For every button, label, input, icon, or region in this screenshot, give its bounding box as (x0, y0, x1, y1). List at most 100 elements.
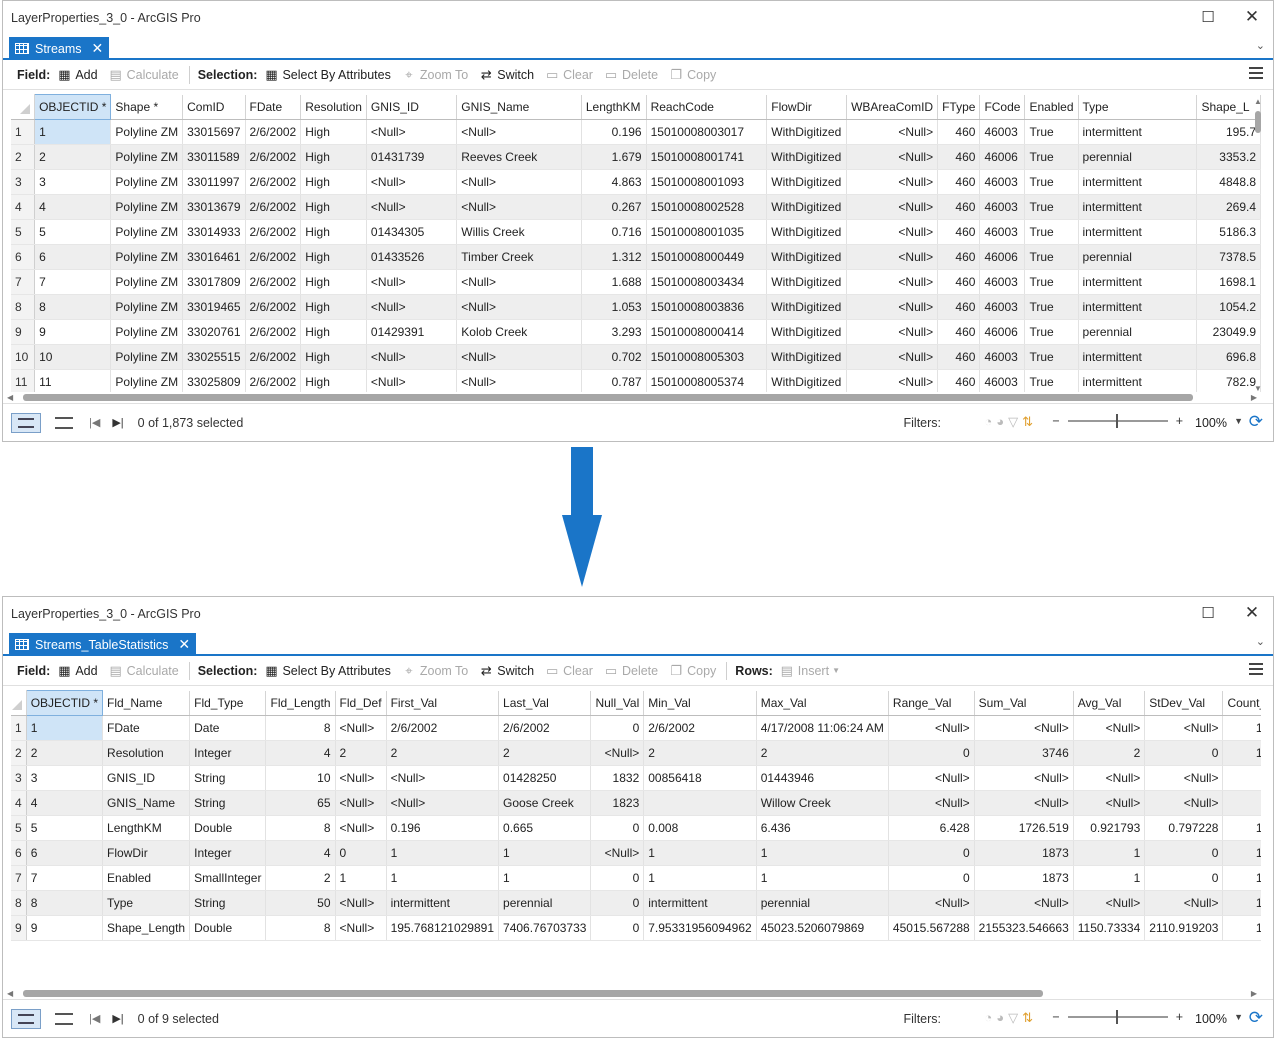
chevron-down-icon[interactable]: ⌄ (1256, 635, 1265, 648)
table-cell[interactable]: 269.4 (1196, 194, 1261, 220)
table-cell[interactable]: 33015697 (182, 119, 246, 145)
table-cell[interactable]: 460 (937, 219, 981, 245)
table-cell[interactable]: 460 (937, 269, 981, 295)
row-number[interactable]: 1 (11, 715, 27, 741)
scroll-thumb[interactable] (23, 990, 1043, 997)
table-cell[interactable]: 15010008001741 (646, 144, 768, 170)
table-cell[interactable]: FlowDir (102, 840, 191, 866)
table-cell[interactable]: <Null> (1144, 765, 1224, 791)
add-field-button[interactable]: ▦ Add (56, 663, 97, 679)
table-cell[interactable]: Polyline ZM (110, 169, 184, 195)
table-cell[interactable]: <Null> (846, 294, 939, 320)
table-cell[interactable]: perennial (498, 890, 592, 916)
table-cell[interactable]: 7 (26, 865, 104, 891)
table-cell[interactable]: <Null> (456, 194, 582, 220)
table-cell[interactable]: Shape_Length (102, 915, 191, 941)
table-cell[interactable]: 1 (386, 865, 500, 891)
table-row[interactable]: 2 2 Polyline ZM 33011589 2/6/2002 High 0143173… (11, 144, 1261, 170)
table-cell[interactable]: Polyline ZM (110, 119, 184, 145)
table-cell[interactable]: 0 (590, 715, 645, 741)
order-icon[interactable]: ⇅ (1022, 1010, 1033, 1026)
table-cell[interactable]: 9 (34, 319, 112, 345)
table-cell[interactable]: <Null> (888, 765, 975, 791)
table-cell[interactable]: 1873 (974, 840, 1074, 866)
table-cell[interactable]: 15010008001035 (646, 219, 768, 245)
table-cell[interactable]: <Null> (590, 840, 645, 866)
row-number[interactable]: 6 (11, 244, 36, 270)
table-cell[interactable]: <Null> (366, 119, 458, 145)
table-cell[interactable]: 33020761 (182, 319, 246, 345)
table-cell[interactable]: 2/6/2002 (245, 269, 302, 295)
table-cell[interactable]: <Null> (1073, 715, 1146, 741)
first-record-icon[interactable]: |◀ (89, 1012, 100, 1025)
table-cell[interactable]: 46003 (979, 294, 1026, 320)
maximize-icon[interactable]: ☐ (1195, 602, 1221, 624)
table-cell[interactable]: High (300, 294, 367, 320)
column-header[interactable]: Null_Val (590, 690, 645, 716)
column-header[interactable]: Avg_Val (1073, 690, 1146, 716)
table-cell[interactable]: <Null> (366, 269, 458, 295)
scroll-left-icon[interactable]: ◀ (7, 393, 13, 402)
table-cell[interactable]: 15010008003017 (646, 119, 768, 145)
table-cell[interactable]: 2/6/2002 (245, 194, 302, 220)
table-cell[interactable]: String (189, 890, 267, 916)
column-header[interactable]: GNIS_ID (366, 94, 458, 120)
table-cell[interactable]: <Null> (456, 294, 582, 320)
table-cell[interactable]: 1823 (590, 790, 645, 816)
table-cell[interactable]: 3 (26, 765, 104, 791)
table-cell[interactable]: True (1024, 344, 1079, 370)
table-cell[interactable]: 0.196 (581, 119, 647, 145)
table-cell[interactable]: 0 (1144, 840, 1224, 866)
table-cell[interactable]: Polyline ZM (110, 294, 184, 320)
table-cell[interactable]: perennial (1078, 319, 1198, 345)
table-cell[interactable]: intermittent (1078, 294, 1198, 320)
table-cell[interactable]: <Null> (590, 740, 645, 766)
table-cell[interactable]: 460 (937, 144, 981, 170)
table-cell[interactable]: 1 (643, 865, 757, 891)
definition-query-icon[interactable]: ▽ (1008, 414, 1018, 430)
table-cell[interactable]: <Null> (1144, 790, 1224, 816)
table-cell[interactable]: 3 (34, 169, 112, 195)
row-number[interactable]: 9 (11, 915, 27, 941)
table-cell[interactable]: Enabled (102, 865, 191, 891)
table-cell[interactable]: SmallInteger (189, 865, 267, 891)
table-cell[interactable]: 195.7 (1196, 119, 1261, 145)
table-cell[interactable]: 6 (26, 840, 104, 866)
table-cell[interactable]: 01443946 (756, 765, 889, 791)
table-row[interactable]: 77EnabledSmallInteger211101101873101873 (11, 865, 1261, 891)
table-cell[interactable]: 15010008001093 (646, 169, 768, 195)
table-cell[interactable]: 1 (26, 715, 104, 741)
zoom-level[interactable]: 100% (1195, 1012, 1227, 1026)
table-cell[interactable]: 6.428 (888, 815, 975, 841)
select-by-attributes-button[interactable]: ▦ Select By Attributes (263, 663, 391, 679)
table-cell[interactable]: <Null> (456, 344, 582, 370)
scroll-right-icon[interactable]: ▶ (1251, 393, 1257, 402)
table-cell[interactable]: 1150.73334 (1073, 915, 1146, 941)
table-cell[interactable]: 65 (265, 790, 336, 816)
table-cell[interactable]: 1 (756, 840, 889, 866)
table-cell[interactable]: <Null> (846, 344, 939, 370)
show-all-records-button[interactable] (11, 1008, 41, 1029)
table-cell[interactable]: <Null> (888, 715, 975, 741)
table-row[interactable]: 5 5 LengthKM Double 8 <Null> 0.196 0.665 0 0.008 6… (11, 815, 1261, 841)
table-row[interactable]: 1 1 FDate Date 8 <Null> 2/6/2002 2/6/2002 0 2/6/2… (11, 715, 1261, 741)
table-cell[interactable]: 2/6/2002 (643, 715, 757, 741)
table-row[interactable]: 9 9 Shape_Length Double 8 <Null> 195.768121029… (11, 915, 1261, 941)
table-cell[interactable]: 4 (26, 790, 104, 816)
table-cell[interactable]: 2/6/2002 (245, 294, 302, 320)
table-cell[interactable]: intermittent (1078, 169, 1198, 195)
table-cell[interactable]: FDate (102, 715, 191, 741)
order-icon[interactable]: ⇅ (1022, 414, 1033, 430)
table-cell[interactable]: High (300, 169, 367, 195)
column-header[interactable]: Fld_Def (335, 690, 387, 716)
column-header[interactable]: OBJECTID * (25, 690, 104, 716)
switch-button[interactable]: ⇄ Switch (478, 67, 534, 83)
table-cell[interactable]: 8 (265, 915, 336, 941)
column-header[interactable]: FType (937, 94, 981, 120)
table-cell[interactable]: <Null> (846, 369, 939, 392)
row-number[interactable]: 10 (11, 344, 36, 370)
show-selected-records-button[interactable] (55, 416, 73, 429)
table-cell[interactable]: 15010008002528 (646, 194, 768, 220)
table-cell[interactable]: 1 (335, 865, 387, 891)
table-cell[interactable]: intermittent (1078, 369, 1198, 392)
